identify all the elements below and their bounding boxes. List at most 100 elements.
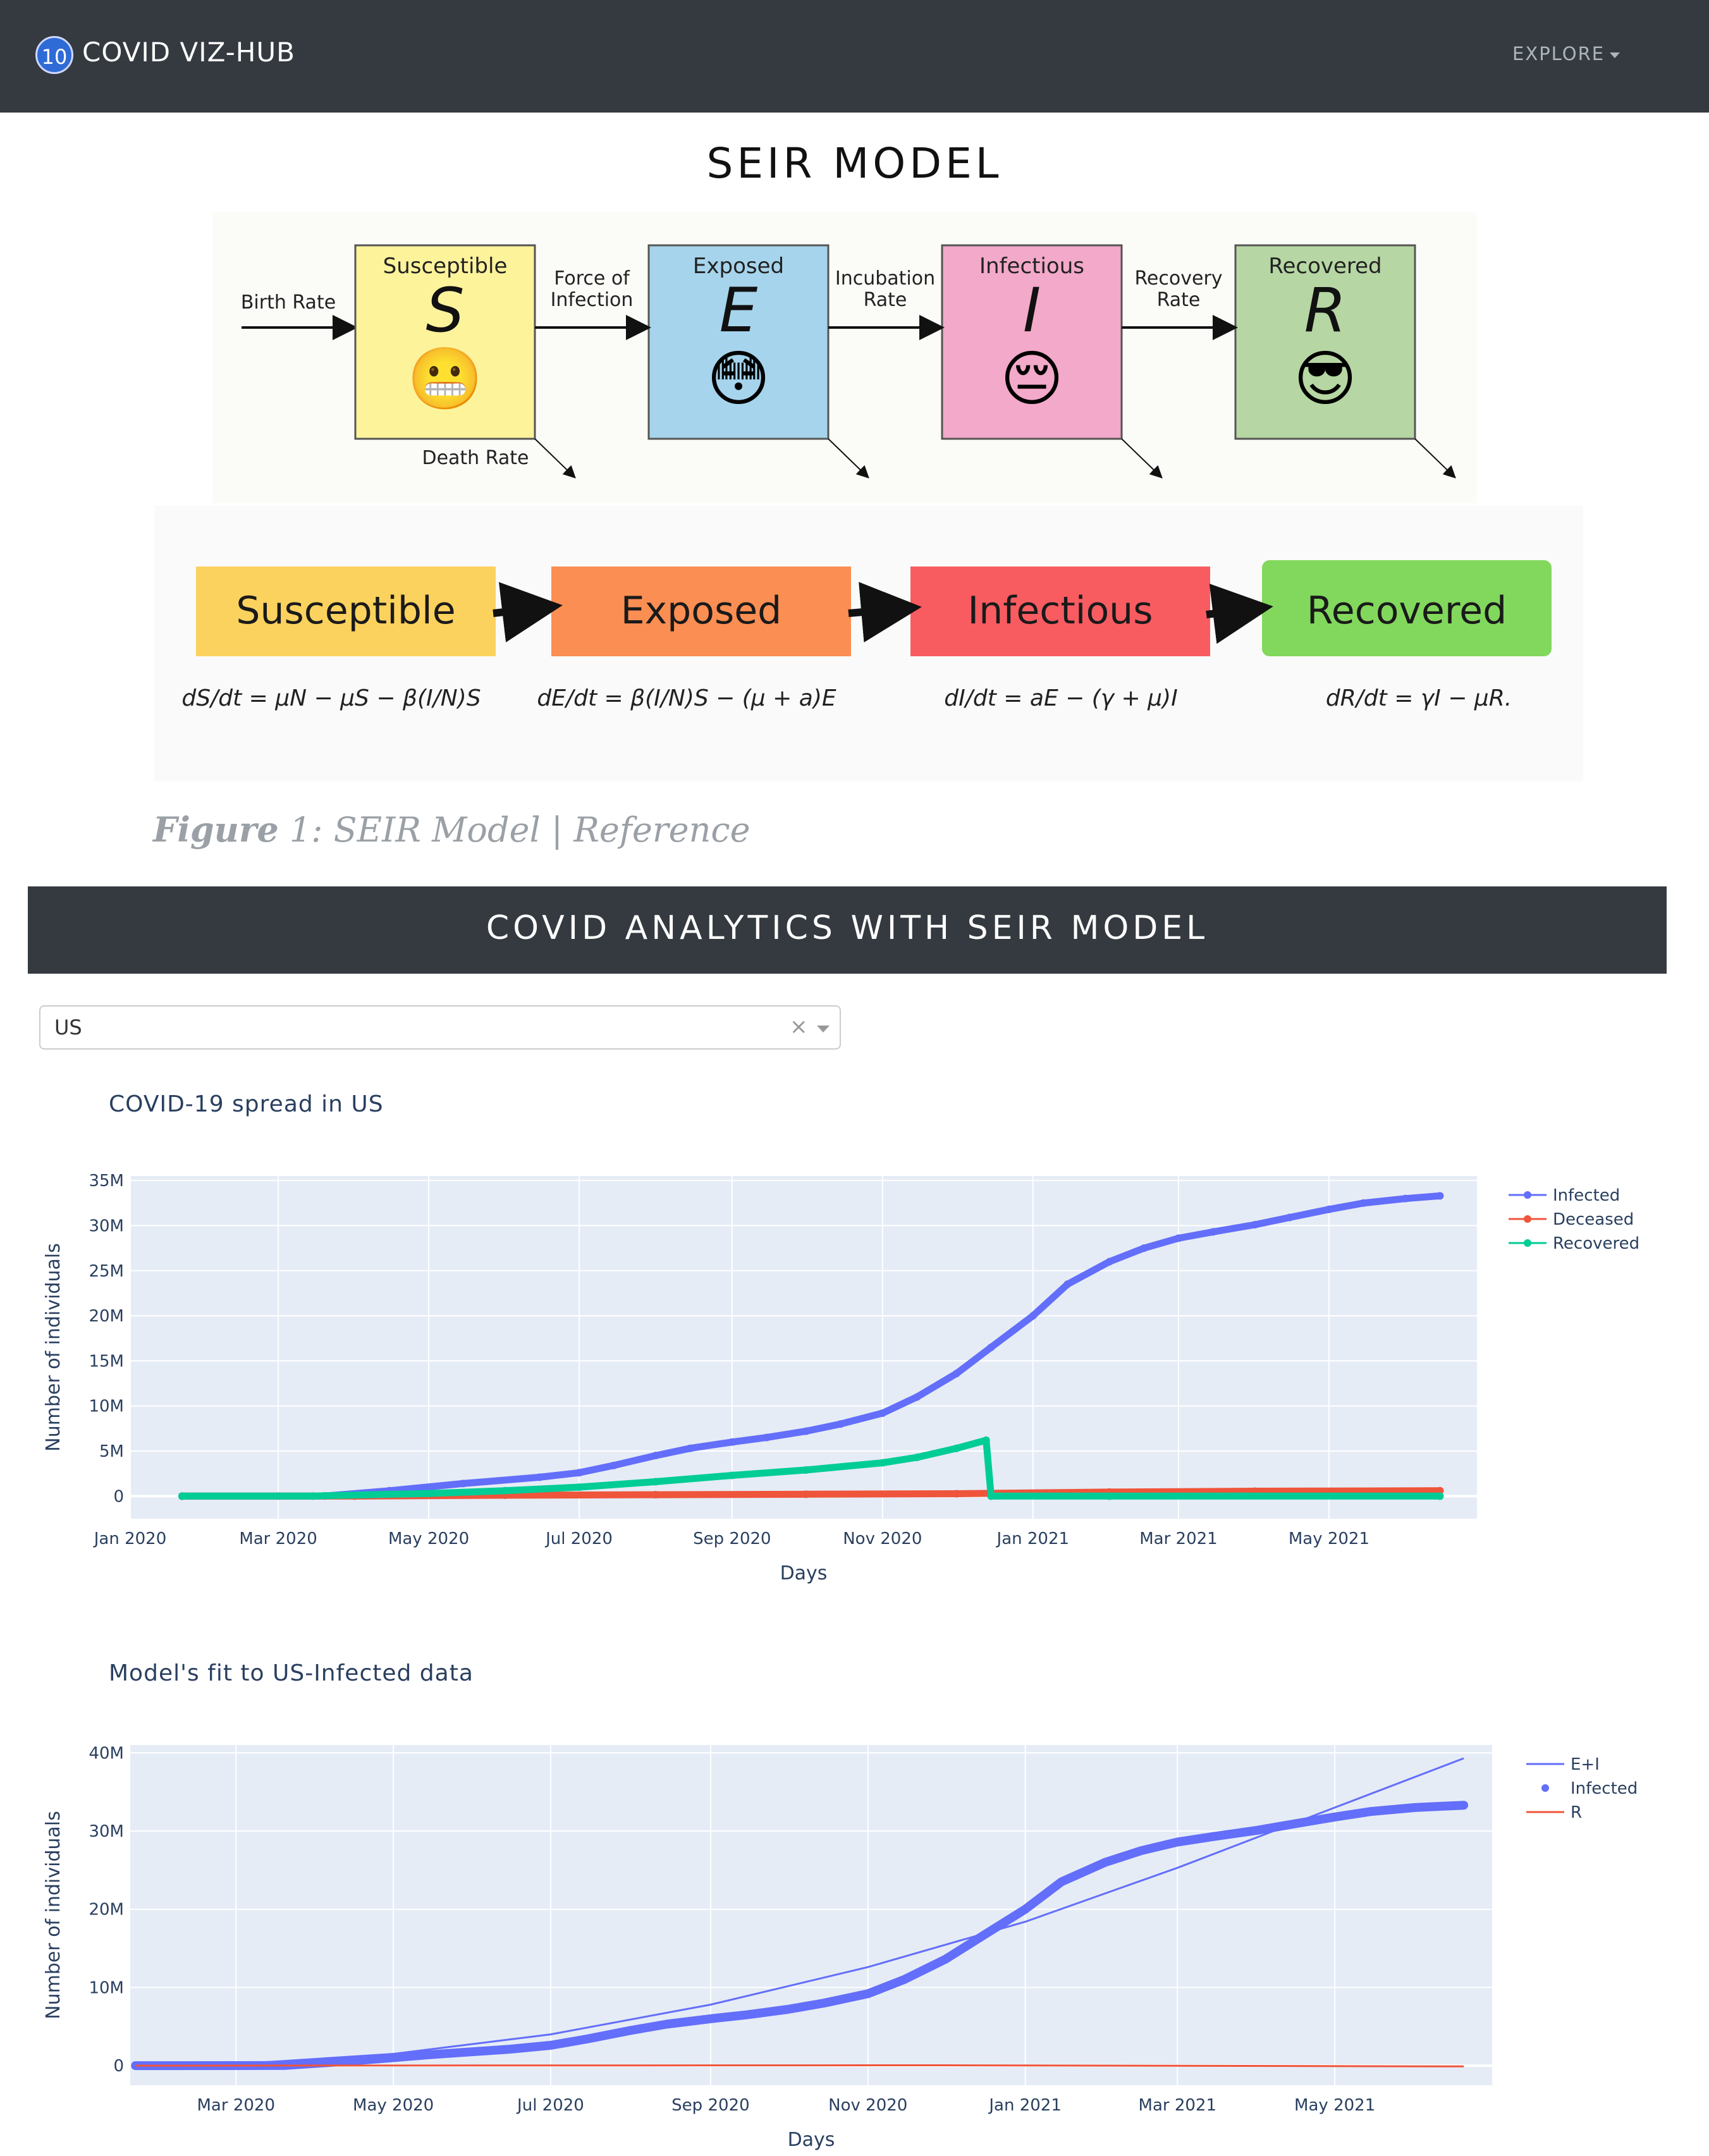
x-tick-label: May 2021 — [1289, 1529, 1369, 1548]
data-point-infected — [348, 2057, 356, 2065]
data-point-infected — [583, 2035, 591, 2043]
data-point-infected — [1209, 1228, 1217, 1236]
data-point-infected — [627, 2026, 635, 2035]
data-point-infected — [1029, 1312, 1037, 1320]
legend-label-e-i: E+I — [1571, 1755, 1600, 1774]
y-axis-label: Number of individuals — [42, 1811, 64, 2019]
legend-label-infected: Infected — [1553, 1186, 1620, 1205]
x-tick-label: Jul 2020 — [544, 1529, 613, 1548]
data-point-infected — [663, 2020, 671, 2028]
equation-infectious: dI/dt = aE − (γ + μ)I — [944, 685, 1177, 711]
data-point-infected — [900, 1976, 908, 1984]
data-point-infected — [987, 1344, 995, 1351]
country-select[interactable]: US × — [39, 1005, 841, 1050]
data-point-infected — [913, 1393, 921, 1401]
data-point-infected — [1173, 1838, 1182, 1846]
eq-box-susceptible-label: Susceptible — [236, 589, 455, 633]
y-tick-label: 40M — [89, 1744, 124, 1763]
data-point-deceased — [802, 1490, 810, 1498]
y-tick-label: 20M — [89, 1307, 124, 1326]
eq-box-infectious-label: Infectious — [968, 589, 1153, 633]
y-tick-label: 5M — [99, 1442, 124, 1461]
data-point-recovered — [878, 1459, 886, 1467]
page-title: SEIR MODEL — [706, 139, 1003, 188]
legend-marker-infected — [1524, 1191, 1531, 1199]
susceptible-letter: S — [426, 275, 465, 346]
figure-caption: Figure 1: SEIR Model | Reference — [153, 809, 750, 850]
data-point-infected — [1063, 1280, 1072, 1289]
x-tick-label: Mar 2020 — [197, 2096, 276, 2115]
seir-diagram: Birth Rate Death Rate Susceptible S 😬 Ex… — [212, 212, 1477, 503]
y-tick-label: 30M — [89, 1216, 124, 1235]
legend-marker-infected — [1541, 1784, 1549, 1792]
flushed-emoji-icon: 😳 — [707, 343, 770, 414]
chart-covid-spread[interactable]: Jan 2020 Mar 2020 May 2020 Jul 2020 Sep 2020… — [0, 1125, 1709, 1593]
recovered-letter: R — [1304, 275, 1347, 346]
x-tick-label: May 2020 — [388, 1529, 469, 1548]
data-point-infected — [536, 1473, 544, 1481]
force-of-infection-label: Force of Infection — [551, 267, 634, 311]
figure-caption-text[interactable]: 1: SEIR Model | Reference — [290, 810, 750, 850]
data-point-infected — [820, 1999, 828, 2007]
seir-equations-figure: Susceptible Exposed Infectious Recovered… — [154, 506, 1583, 781]
sunglasses-emoji-icon: 😎 — [1294, 343, 1357, 414]
chevron-down-icon[interactable] — [817, 1026, 830, 1032]
brand-name[interactable]: COVID VIZ-HUB — [82, 37, 295, 68]
data-point-infected — [1401, 1194, 1409, 1203]
caret-down-icon — [1610, 52, 1620, 58]
data-point-infected — [459, 1479, 467, 1488]
data-point-infected — [952, 1369, 960, 1378]
legend-label-r: R — [1571, 1803, 1582, 1822]
data-point-infected — [1436, 1192, 1444, 1200]
box-exposed: Exposed E 😳 — [647, 244, 830, 440]
y-tick-label: 0 — [113, 1487, 124, 1506]
explore-dropdown[interactable]: EXPLORE — [1512, 43, 1620, 64]
plot-area — [130, 1745, 1492, 2085]
data-point-infected — [1253, 1826, 1261, 1834]
x-tick-label: Jan 2020 — [93, 1529, 167, 1548]
data-point-infected — [784, 2006, 792, 2014]
data-point-infected — [1325, 1205, 1333, 1213]
eq-arrow-2 — [848, 582, 922, 643]
data-point-infected — [575, 1469, 583, 1477]
data-point-recovered — [501, 1486, 509, 1495]
x-axis-label: Days — [780, 1562, 828, 1584]
legend-label-recovered: Recovered — [1553, 1234, 1639, 1253]
data-point-infected — [1359, 1199, 1368, 1207]
y-tick-label: 10M — [89, 1978, 124, 1997]
y-tick-label: 0 — [113, 2057, 124, 2076]
clear-icon[interactable]: × — [790, 1014, 808, 1039]
data-point-recovered — [728, 1471, 736, 1479]
data-point-infected — [1057, 1878, 1065, 1886]
birth-rate-label: Birth Rate — [241, 291, 336, 314]
chart1-title: COVID-19 spread in US — [109, 1091, 384, 1117]
data-point-deceased — [952, 1490, 960, 1498]
x-tick-label: Nov 2020 — [843, 1529, 922, 1548]
data-point-infected — [743, 2011, 751, 2019]
data-point-recovered — [1105, 1492, 1113, 1500]
data-point-infected — [941, 1955, 950, 1963]
data-point-infected — [651, 1452, 659, 1460]
data-point-recovered — [425, 1490, 433, 1498]
box-susceptible: Susceptible S 😬 — [354, 244, 536, 440]
data-point-infected — [426, 2050, 434, 2059]
x-tick-label: Nov 2020 — [828, 2096, 907, 2115]
y-tick-label: 15M — [89, 1352, 124, 1371]
equation-susceptible: dS/dt = μN − μS − β(I/N)S — [181, 685, 481, 711]
data-point-infected — [546, 2041, 554, 2049]
brand-badge[interactable]: 10 — [35, 36, 73, 74]
series-r-line — [135, 2064, 1464, 2067]
section-banner: COVID ANALYTICS WITH SEIR MODEL — [28, 886, 1667, 974]
y-tick-label: 25M — [89, 1262, 124, 1281]
x-tick-label: Sep 2020 — [671, 2096, 749, 2115]
data-point-infected — [1367, 1808, 1375, 1816]
data-point-infected — [1101, 1858, 1110, 1866]
x-tick-label: Mar 2021 — [1139, 2096, 1217, 2115]
y-tick-label: 10M — [89, 1397, 124, 1416]
y-tick-label: 35M — [89, 1172, 124, 1191]
data-point-infected — [1140, 1244, 1148, 1253]
data-point-infected — [686, 1444, 694, 1452]
chart-model-fit[interactable]: Mar 2020 May 2020 Jul 2020 Sep 2020 Nov 2020… — [0, 1694, 1709, 2156]
death-rate-label: Death Rate — [422, 447, 529, 469]
eq-box-exposed-label: Exposed — [621, 589, 781, 633]
